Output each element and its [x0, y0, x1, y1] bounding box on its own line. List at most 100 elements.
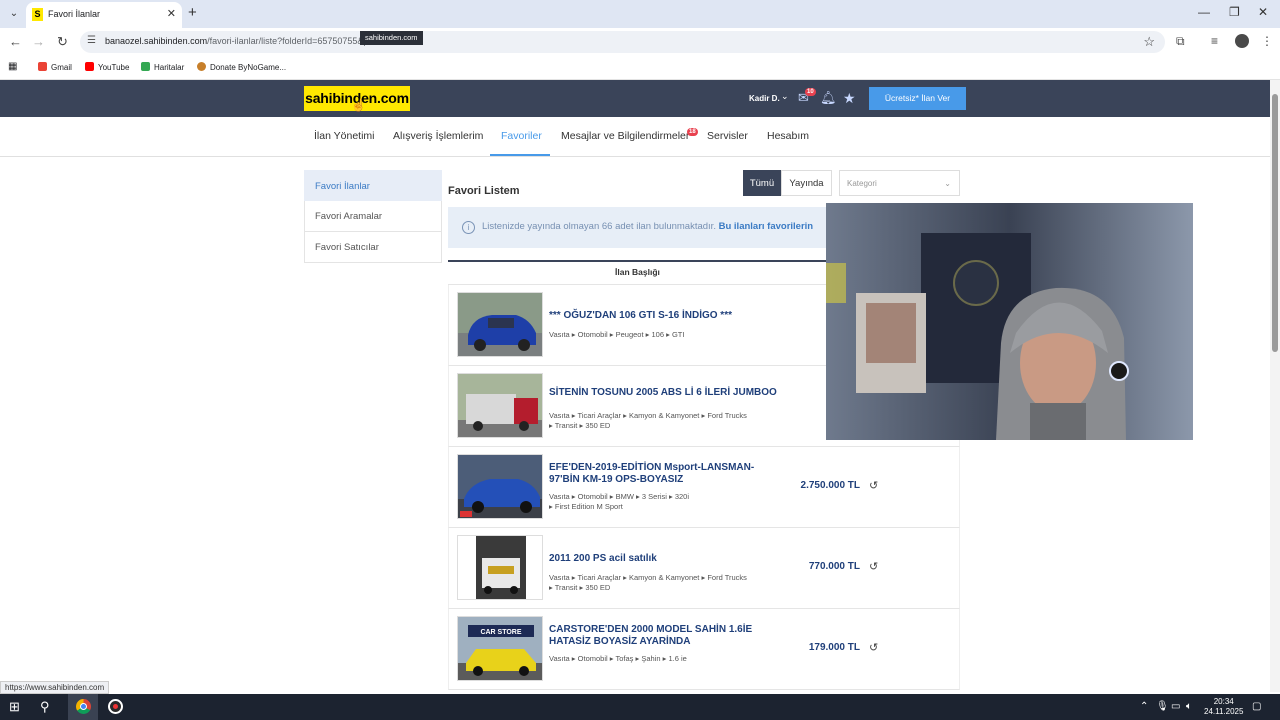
favorites-star-icon[interactable]: ★: [843, 90, 856, 107]
user-menu-chevron-icon[interactable]: ⌄: [781, 91, 789, 102]
listing-thumbnail[interactable]: CAR STORE: [457, 616, 543, 681]
listing-title[interactable]: *** OĞUZ'DAN 106 GTI S-16 İNDİGO ***: [549, 310, 779, 322]
extensions-icon[interactable]: ⧉: [1176, 34, 1185, 49]
windows-taskbar: ⊞ ⚲ ⌃ 🎙︎ ▭ 🔈︎ 20:34 24.11.2025 ▢: [0, 694, 1280, 720]
restore-icon[interactable]: ❐: [1229, 5, 1240, 19]
listing-thumbnail[interactable]: [457, 292, 543, 357]
site-settings-icon[interactable]: ☰: [87, 35, 96, 46]
nav-favoriler[interactable]: Favoriler: [501, 130, 542, 142]
crumb: Vasıta: [549, 492, 570, 501]
price-history-icon[interactable]: ↺: [869, 641, 878, 654]
bookmark-label: YouTube: [98, 63, 130, 72]
tab-favicon-icon: S: [32, 8, 43, 21]
tab-search-chevron-icon[interactable]: ⌄: [6, 6, 22, 22]
bookmark-maps[interactable]: Haritalar: [141, 62, 184, 72]
info-message: Listenizde yayında olmayan 66 adet ilan …: [482, 221, 716, 232]
tray-chevron-icon[interactable]: ⌃: [1140, 701, 1148, 712]
crumb: Tofaş: [615, 654, 634, 663]
category-select[interactable]: Kategori ⌄: [839, 170, 960, 196]
microphone-icon[interactable]: 🎙︎: [1156, 701, 1169, 712]
messages-badge: 10: [805, 88, 816, 96]
bookmark-youtube[interactable]: YouTube: [85, 62, 129, 72]
crumb: 350 ED: [585, 421, 611, 430]
crumb: Kamyon & Kamyonet: [628, 411, 700, 420]
user-name[interactable]: Kadir D.: [749, 94, 780, 103]
page-scrollbar[interactable]: [1270, 80, 1280, 692]
nav-mesajlar[interactable]: Mesajlar ve Bilgilendirmeler: [561, 130, 689, 142]
back-icon[interactable]: ←: [9, 34, 22, 49]
bookmark-star-icon[interactable]: ☆: [1143, 34, 1155, 50]
search-icon[interactable]: ⚲: [40, 699, 50, 715]
browser-menu-icon[interactable]: ⋮: [1261, 34, 1273, 48]
crumb: Peugeot: [615, 330, 644, 339]
record-dot-icon: [113, 704, 118, 709]
notifications-bell-icon[interactable]: 🔔︎: [820, 90, 837, 106]
listing-title[interactable]: EFE'DEN-2019-EDİTİON Msport-LANSMAN-97'B…: [549, 462, 779, 486]
sidebar-item-favori-saticilar[interactable]: Favori Satıcılar: [304, 232, 442, 263]
new-tab-icon[interactable]: +: [188, 4, 197, 21]
filter-live-button[interactable]: Yayında: [781, 170, 832, 196]
bookmark-donate[interactable]: Donate ByNoGame...: [197, 62, 286, 72]
nav-hesabim[interactable]: Hesabım: [767, 130, 809, 142]
listing-breadcrumb: Vasıta ▸ Otomobil ▸ BMW ▸ 3 Serisi ▸ 320…: [549, 492, 690, 511]
nav-ilan-yonetimi[interactable]: İlan Yönetimi: [314, 130, 375, 142]
url-host: banaozel.sahibinden.com: [105, 36, 208, 46]
listing-breadcrumb: Vasıta ▸ Ticari Araçlar ▸ Kamyon & Kamyo…: [549, 573, 747, 592]
bookmark-label: Donate ByNoGame...: [210, 63, 287, 72]
crumb: BMW: [615, 492, 634, 501]
volume-icon[interactable]: 🔈︎: [1186, 701, 1192, 712]
nav-servisler[interactable]: Servisler: [707, 130, 748, 142]
browser-tab-bar: ⌄ S Favori İlanlar ✕ + — ❐ ✕: [0, 0, 1280, 28]
table-row[interactable]: CAR STORE CARSTORE'DEN 2000 MODEL SAHİN …: [448, 609, 960, 690]
table-row[interactable]: EFE'DEN-2019-EDİTİON Msport-LANSMAN-97'B…: [448, 447, 960, 528]
url-text[interactable]: banaozel.sahibinden.com/favori-ilanlar/l…: [105, 36, 379, 46]
bookmark-label: Haritalar: [154, 63, 185, 72]
profile-avatar[interactable]: [1235, 34, 1249, 48]
post-listing-button[interactable]: Ücretsiz* İlan Ver: [869, 87, 966, 110]
bookmark-gmail[interactable]: Gmail: [38, 62, 72, 72]
price-history-icon[interactable]: ↺: [869, 479, 878, 492]
listing-thumbnail[interactable]: [457, 535, 543, 600]
address-bar-row: ← → ↻ ☰ banaozel.sahibinden.com/favori-i…: [0, 28, 1280, 56]
windows-start-icon[interactable]: ⊞: [9, 699, 20, 715]
crumb: Vasıta: [549, 330, 570, 339]
crumb: Şahin: [641, 654, 661, 663]
browser-tab[interactable]: S Favori İlanlar ✕: [26, 2, 182, 28]
media-queue-icon[interactable]: ≡: [1211, 34, 1218, 48]
notification-center-icon[interactable]: ▢: [1252, 701, 1261, 712]
window-close-icon[interactable]: ✕: [1258, 5, 1268, 19]
taskbar-clock[interactable]: 20:34 24.11.2025: [1204, 697, 1243, 717]
nav-messages-badge: 18: [687, 128, 698, 136]
crumb: Transit: [554, 583, 578, 592]
apps-grid-icon[interactable]: ▦: [8, 61, 17, 72]
sidebar-item-favori-ilanlar[interactable]: Favori İlanlar: [304, 170, 442, 201]
listing-price: 770.000 TL: [808, 561, 860, 572]
chevron-down-icon: ⌄: [944, 179, 951, 188]
nav-alisveris[interactable]: Alışveriş İşlemlerim: [393, 130, 483, 142]
scrollbar-thumb[interactable]: [1272, 94, 1278, 352]
minimize-icon[interactable]: —: [1198, 5, 1210, 19]
crumb: Ticari Araçlar: [577, 411, 621, 420]
listing-thumbnail[interactable]: [457, 454, 543, 519]
filter-all-button[interactable]: Tümü: [743, 170, 781, 196]
listing-thumbnail[interactable]: [457, 373, 543, 438]
omnibox[interactable]: ☰ banaozel.sahibinden.com/favori-ilanlar…: [80, 31, 1165, 53]
price-history-icon[interactable]: ↺: [869, 560, 878, 573]
recorder-app-icon[interactable]: [108, 699, 123, 714]
forward-icon[interactable]: →: [32, 34, 45, 49]
info-link[interactable]: Bu ilanları favorilerin: [719, 221, 814, 232]
table-row[interactable]: 2011 200 PS acil satılık Vasıta ▸ Ticari…: [448, 528, 960, 609]
crumb: GTI: [671, 330, 685, 339]
taskbar-chrome-button[interactable]: [68, 694, 98, 720]
reload-icon[interactable]: ↻: [57, 34, 68, 50]
network-icon[interactable]: ▭: [1171, 701, 1180, 712]
sidebar-item-favori-aramalar[interactable]: Favori Aramalar: [304, 201, 442, 232]
listing-title[interactable]: 2011 200 PS acil satılık: [549, 553, 779, 565]
tab-close-icon[interactable]: ✕: [167, 7, 176, 20]
listing-title[interactable]: SİTENİN TOSUNU 2005 ABS Lİ 6 İLERİ JUMBO…: [549, 387, 779, 399]
listing-title[interactable]: CARSTORE'DEN 2000 MODEL SAHİN 1.6İE HATA…: [549, 624, 779, 648]
favorites-sidebar: Favori İlanlar Favori Aramalar Favori Sa…: [304, 170, 442, 263]
crumb: 320i: [674, 492, 690, 501]
info-icon: i: [462, 221, 475, 234]
column-header-title[interactable]: İlan Başlığı: [615, 267, 660, 277]
